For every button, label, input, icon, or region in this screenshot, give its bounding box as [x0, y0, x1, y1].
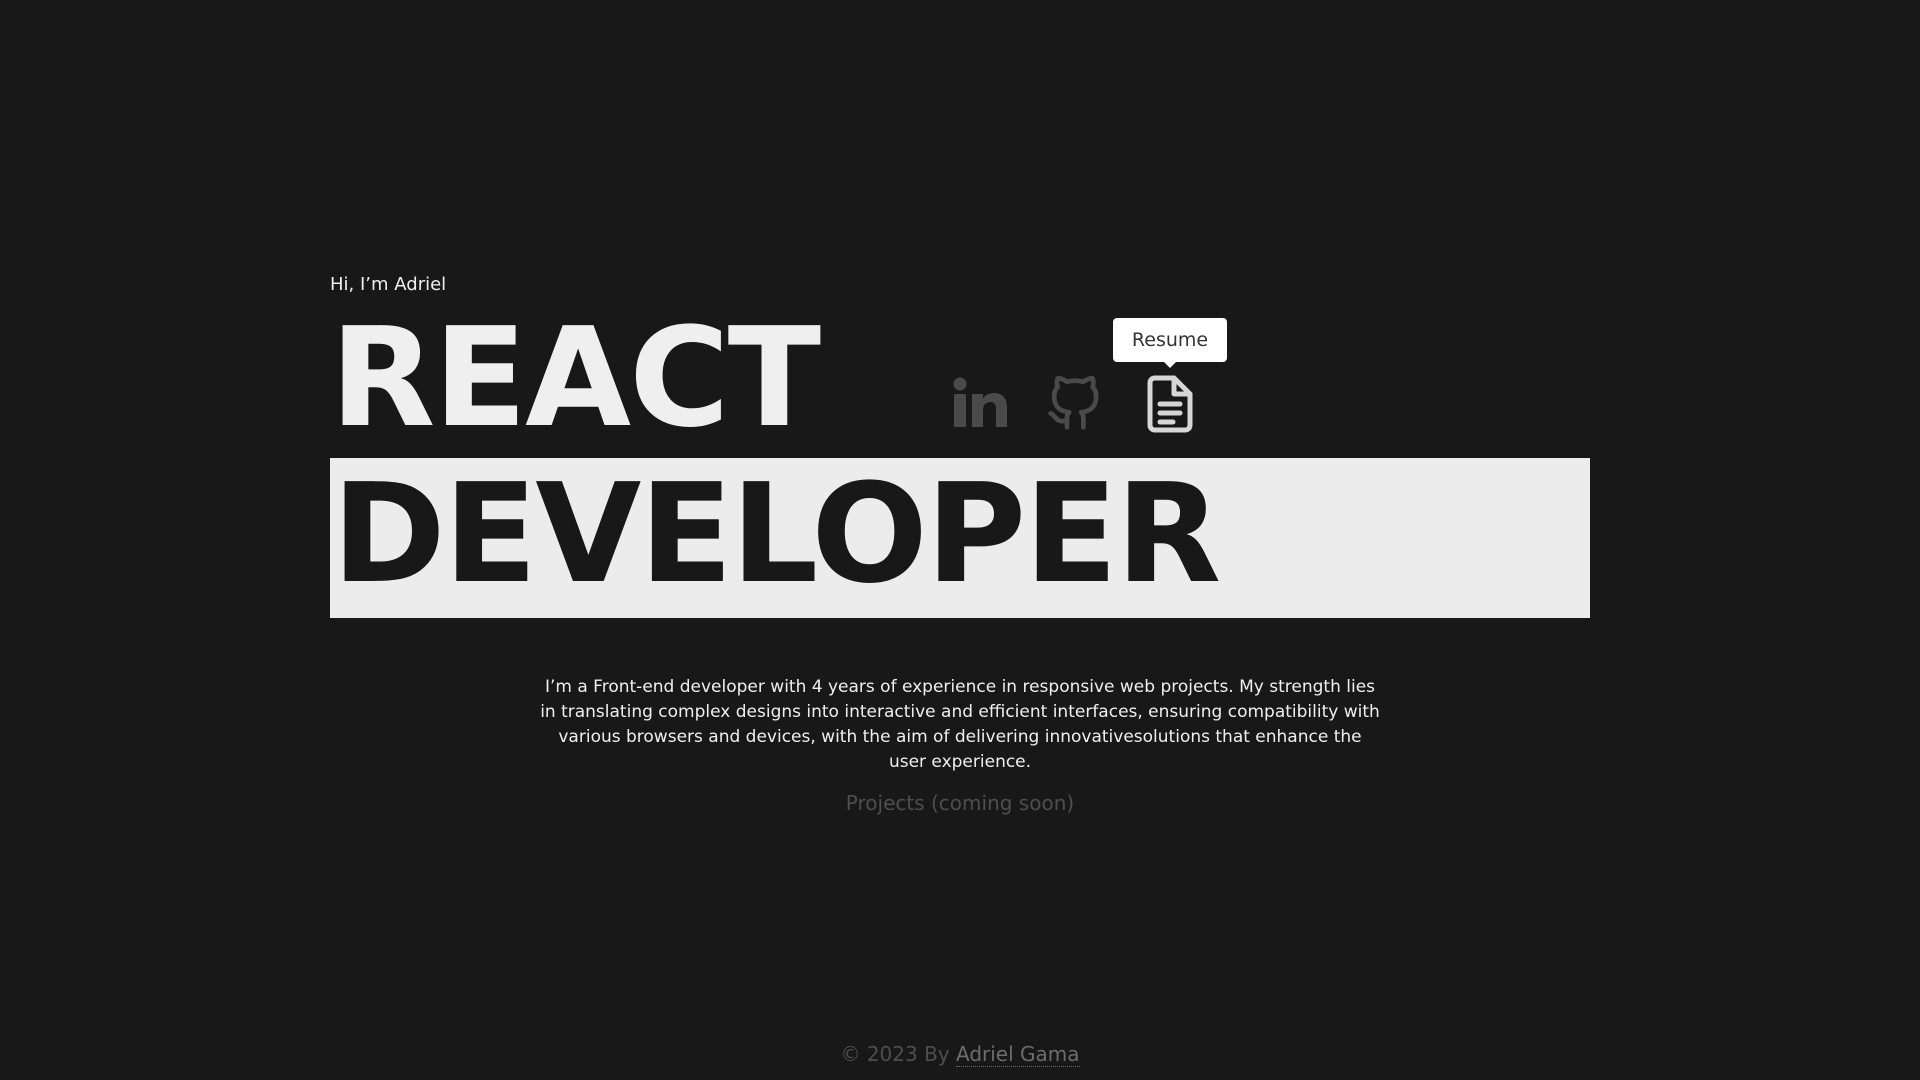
github-icon	[1048, 376, 1099, 430]
hero-title-band: DEVELOPER	[330, 458, 1590, 618]
bio-paragraph: I’m a Front-end developer with 4 years o…	[540, 677, 1380, 772]
hero-title-line-1: REACT	[330, 299, 821, 458]
github-link[interactable]	[1042, 372, 1106, 436]
footer: © 2023 By Adriel Gama	[660, 1040, 1260, 1068]
greeting-text: Hi, I’m Adriel	[330, 274, 447, 295]
document-icon	[1147, 375, 1193, 433]
projects-label: Projects (coming soon)	[845, 791, 1075, 815]
resume-tooltip: Resume	[1113, 318, 1227, 362]
footer-author-link[interactable]: Adriel Gama	[956, 1042, 1080, 1067]
portfolio-page: Hi, I’m Adriel REACT Resume DEVELOPER I’…	[0, 0, 1920, 1080]
linkedin-icon	[953, 377, 1007, 427]
tooltip-arrow	[1163, 361, 1177, 368]
resume-link[interactable]	[1138, 372, 1202, 436]
footer-copyright: © 2023 By	[840, 1042, 956, 1066]
linkedin-link[interactable]	[948, 372, 1012, 436]
hero-title-line-2: DEVELOPER	[332, 458, 1221, 614]
